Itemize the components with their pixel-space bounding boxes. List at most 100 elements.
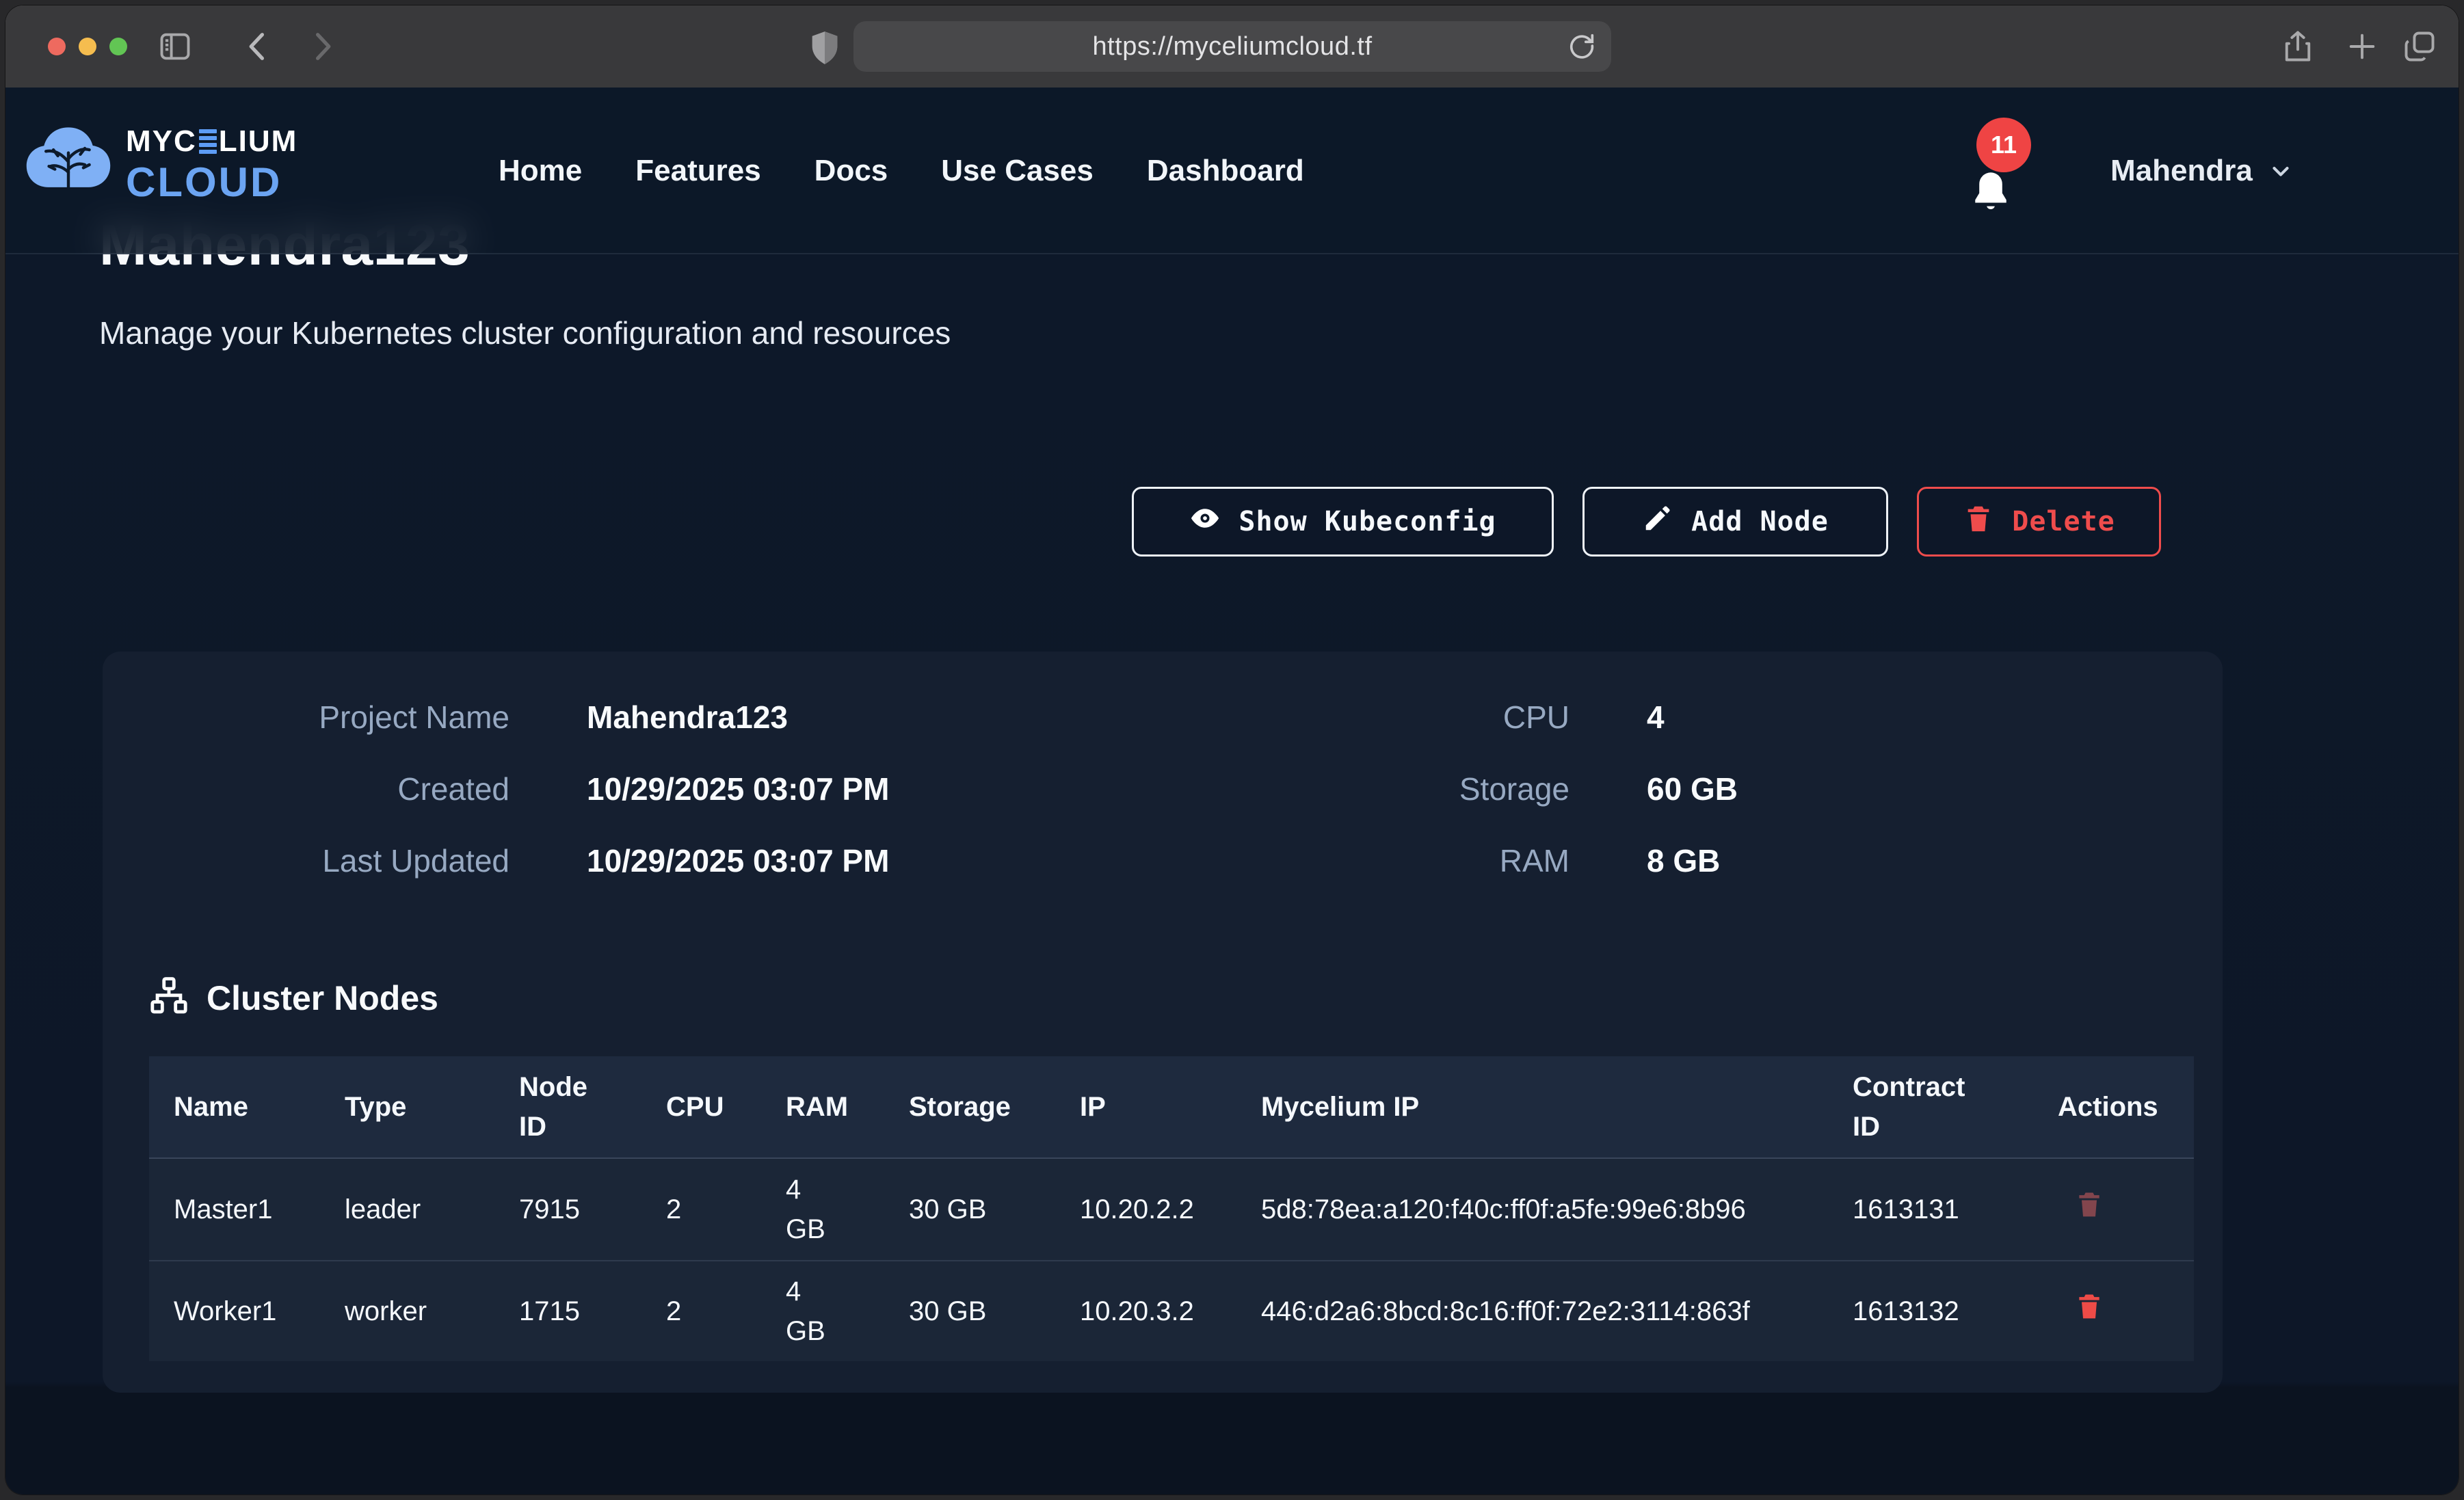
info-label: Created xyxy=(103,771,509,807)
page-subtitle: Manage your Kubernetes cluster configura… xyxy=(99,314,951,351)
info-value: 4 xyxy=(1647,699,1665,736)
notification-badge: 11 xyxy=(1976,118,2031,172)
node-name: Worker1 xyxy=(149,1291,320,1331)
delete-node-button[interactable] xyxy=(2074,1289,2104,1323)
info-row-cpu: CPU 4 xyxy=(1163,681,2223,753)
info-row-project-name: Project Name Mahendra123 xyxy=(103,681,1163,753)
node-mycelium-ip: 5d8:78ea:a120:f40c:ff0f:a5fe:99e6:8b96 xyxy=(1236,1190,1828,1229)
table-row: Master1 leader 7915 2 4 GB 30 GB 10.20.2… xyxy=(149,1159,2194,1260)
cluster-nodes-table: Name Type Node ID CPU RAM Storage IP Myc… xyxy=(149,1056,2194,1361)
info-label: Last Updated xyxy=(103,842,509,879)
new-tab-icon[interactable] xyxy=(2344,29,2380,64)
info-label: Storage xyxy=(1163,771,1569,807)
info-row-storage: Storage 60 GB xyxy=(1163,753,2223,825)
col-name: Name xyxy=(149,1087,320,1127)
info-value: 10/29/2025 03:07 PM xyxy=(587,842,889,879)
info-value: 8 GB xyxy=(1647,842,1720,879)
cluster-nodes-title: Cluster Nodes xyxy=(207,978,438,1018)
close-window-button[interactable] xyxy=(48,38,66,55)
forward-button[interactable] xyxy=(304,29,339,64)
col-actions: Actions xyxy=(2033,1087,2194,1127)
project-info-right: CPU 4 Storage 60 GB RAM 8 GB xyxy=(1163,681,2223,896)
node-ram: 4 GB xyxy=(761,1170,884,1249)
table-row: Worker1 worker 1715 2 4 GB 30 GB 10.20.3… xyxy=(149,1260,2194,1361)
page-main: Mahendra123 Manage your Kubernetes clust… xyxy=(5,88,2459,1495)
node-cpu: 2 xyxy=(641,1291,761,1331)
desktop-frame: https://myceliumcloud.tf xyxy=(0,0,2464,1500)
node-actions xyxy=(2033,1289,2194,1334)
pencil-icon xyxy=(1642,503,1673,541)
col-ram: RAM xyxy=(761,1087,884,1127)
refresh-icon[interactable] xyxy=(1566,30,1598,62)
eye-icon xyxy=(1189,503,1221,541)
info-row-ram: RAM 8 GB xyxy=(1163,825,2223,896)
notifications-button[interactable] xyxy=(1970,168,2017,226)
node-id: 1715 xyxy=(494,1291,641,1331)
add-node-button[interactable]: Add Node xyxy=(1582,487,1888,557)
nav-link-docs[interactable]: Docs xyxy=(814,154,888,188)
bell-icon xyxy=(1970,168,2012,217)
node-storage: 30 GB xyxy=(884,1291,1055,1331)
logo-line2: CLOUD xyxy=(126,159,282,205)
delete-label: Delete xyxy=(2012,506,2115,537)
nav-link-home[interactable]: Home xyxy=(499,154,582,188)
show-kubeconfig-button[interactable]: Show Kubeconfig xyxy=(1132,487,1554,557)
project-info-left: Project Name Mahendra123 Created 10/29/2… xyxy=(103,681,1163,896)
col-storage: Storage xyxy=(884,1087,1055,1127)
node-id: 7915 xyxy=(494,1190,641,1229)
browser-titlebar: https://myceliumcloud.tf xyxy=(5,5,2459,88)
tab-overview-icon[interactable] xyxy=(2402,29,2437,64)
col-contract-id: Contract ID xyxy=(1828,1067,2033,1147)
cluster-nodes-heading: Cluster Nodes xyxy=(149,972,2223,1023)
nav-link-features[interactable]: Features xyxy=(635,154,760,188)
node-type: leader xyxy=(320,1190,494,1229)
back-button[interactable] xyxy=(241,29,276,64)
info-value: Mahendra123 xyxy=(587,699,788,736)
show-kubeconfig-label: Show Kubeconfig xyxy=(1238,506,1496,537)
info-label: CPU xyxy=(1163,699,1569,736)
zoom-window-button[interactable] xyxy=(109,38,127,55)
node-name: Master1 xyxy=(149,1190,320,1229)
site-viewport: Mahendra123 Manage your Kubernetes clust… xyxy=(5,88,2459,1495)
user-menu[interactable]: Mahendra xyxy=(2110,88,2294,254)
address-bar[interactable]: https://myceliumcloud.tf xyxy=(853,21,1611,72)
info-label: Project Name xyxy=(103,699,509,736)
logo-line1: MYCLIUM xyxy=(126,124,297,159)
logo-text: MYCLIUM CLOUD xyxy=(126,124,297,206)
node-actions xyxy=(2033,1187,2194,1232)
cluster-actions-row: Show Kubeconfig Add Node Delete xyxy=(1132,487,2161,557)
privacy-shield-icon[interactable] xyxy=(810,30,840,66)
user-name: Mahendra xyxy=(2110,154,2253,188)
node-storage: 30 GB xyxy=(884,1190,1055,1229)
site-navbar: MYCLIUM CLOUD Home Features Docs Use Cas… xyxy=(5,88,2459,254)
browser-window: https://myceliumcloud.tf xyxy=(5,5,2459,1495)
col-node-id: Node ID xyxy=(494,1067,641,1147)
node-ip: 10.20.3.2 xyxy=(1055,1291,1236,1331)
nav-link-use-cases[interactable]: Use Cases xyxy=(941,154,1094,188)
delete-cluster-button[interactable]: Delete xyxy=(1917,487,2161,557)
col-type: Type xyxy=(320,1087,494,1127)
share-icon[interactable] xyxy=(2280,29,2316,64)
minimize-window-button[interactable] xyxy=(79,38,96,55)
nav-link-dashboard[interactable]: Dashboard xyxy=(1147,154,1304,188)
col-cpu: CPU xyxy=(641,1087,761,1127)
info-label: RAM xyxy=(1163,842,1569,879)
node-type: worker xyxy=(320,1291,494,1331)
col-ip: IP xyxy=(1055,1087,1236,1127)
logo-e-bars-icon xyxy=(199,129,217,154)
info-value: 10/29/2025 03:07 PM xyxy=(587,771,889,807)
nav-links: Home Features Docs Use Cases Dashboard xyxy=(499,88,1304,254)
project-info-grid: Project Name Mahendra123 Created 10/29/2… xyxy=(103,681,2223,896)
project-info-panel: Project Name Mahendra123 Created 10/29/2… xyxy=(103,652,2223,1393)
sidebar-toggle-icon[interactable] xyxy=(157,29,193,64)
info-row-created: Created 10/29/2025 03:07 PM xyxy=(103,753,1163,825)
add-node-label: Add Node xyxy=(1691,506,1829,537)
node-ip: 10.20.2.2 xyxy=(1055,1190,1236,1229)
node-contract-id: 1613132 xyxy=(1828,1291,2033,1331)
url-text: https://myceliumcloud.tf xyxy=(1092,32,1372,62)
table-header-row: Name Type Node ID CPU RAM Storage IP Myc… xyxy=(149,1056,2194,1159)
node-contract-id: 1613131 xyxy=(1828,1190,2033,1229)
delete-node-button[interactable] xyxy=(2074,1187,2104,1221)
mycelium-cloud-logo[interactable]: MYCLIUM CLOUD xyxy=(21,122,297,208)
col-mycelium-ip: Mycelium IP xyxy=(1236,1087,1828,1127)
